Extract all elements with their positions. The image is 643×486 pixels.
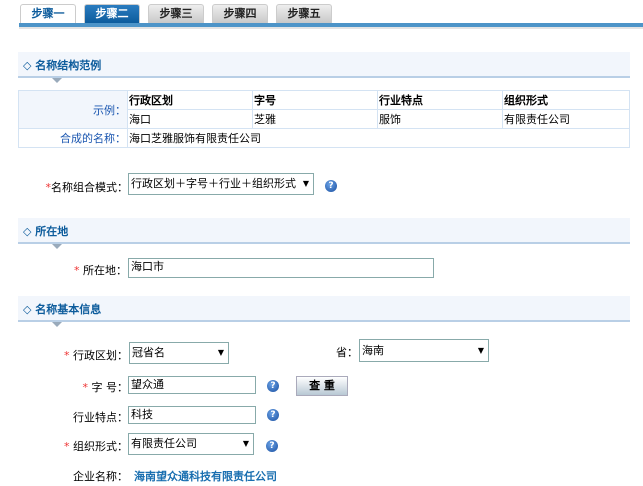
value-cell: 海口 — [127, 109, 253, 129]
example-table: 示例： 行政区划 字号 行业特点 组织形式 海口 芝雅 服饰 有限责任公司 合成的名称… — [18, 90, 630, 148]
mode-label: *名称组合模式： — [45, 181, 129, 194]
tab-step-2[interactable]: 步骤二 — [84, 4, 140, 23]
composed-label: 合成的名称： — [18, 128, 128, 148]
province-select[interactable]: 海南 — [359, 339, 489, 362]
help-icon[interactable]: ? — [267, 380, 279, 392]
company-name-value: 海南望众通科技有限责任公司 — [134, 470, 277, 483]
value-cell: 服饰 — [377, 109, 503, 129]
name-mode-select[interactable]: 行政区划＋字号＋行业＋组织形式 — [128, 173, 314, 195]
org-label: * 组织形式： — [64, 440, 128, 453]
help-icon[interactable]: ? — [267, 409, 279, 421]
section-title: 名称结构范例 — [35, 59, 102, 72]
value-cell: 芝雅 — [252, 109, 378, 129]
company-name-label: 企业名称： — [73, 470, 128, 483]
tab-step-1[interactable]: 步骤一 — [20, 4, 76, 23]
header-cell: 字号 — [252, 90, 378, 110]
section-header-structure: ◇ 名称结构范例 — [18, 52, 630, 83]
header-cell: 组织形式 — [502, 90, 630, 110]
help-icon[interactable]: ? — [266, 440, 278, 452]
diamond-icon: ◇ — [23, 225, 36, 238]
arrow-down-icon — [52, 244, 62, 249]
region-select[interactable]: 冠省名 — [129, 342, 229, 364]
industry-input[interactable]: 科技 — [128, 406, 256, 424]
arrow-down-icon — [52, 322, 62, 327]
check-duplicate-button[interactable]: 查 重 — [296, 376, 348, 396]
org-form-select[interactable]: 有限责任公司 — [128, 433, 254, 455]
arrow-down-icon — [52, 78, 62, 83]
diamond-icon: ◇ — [23, 59, 36, 72]
province-label: 省： — [336, 346, 358, 359]
zihao-label: * 字 号： — [82, 381, 129, 394]
header-cell: 行业特点 — [377, 90, 503, 110]
example-label: 示例： — [18, 90, 128, 129]
section-header-basic-info: ◇ 名称基本信息 — [18, 296, 630, 327]
zihao-input[interactable]: 望众通 — [128, 376, 256, 394]
location-label: * 所在地： — [74, 264, 127, 277]
section-title: 所在地 — [35, 225, 69, 238]
tab-step-5[interactable]: 步骤五 — [276, 4, 332, 23]
value-cell: 有限责任公司 — [502, 109, 630, 129]
composed-value: 海口芝雅服饰有限责任公司 — [127, 128, 630, 148]
location-input[interactable]: 海口市 — [128, 258, 434, 278]
header-cell: 行政区划 — [127, 90, 253, 110]
diamond-icon: ◇ — [23, 303, 36, 316]
section-header-location: ◇ 所在地 — [18, 218, 630, 249]
table-row: 示例： 行政区划 字号 行业特点 组织形式 — [18, 90, 630, 129]
tab-step-4[interactable]: 步骤四 — [212, 4, 268, 23]
help-icon[interactable]: ? — [325, 180, 337, 192]
section-title: 名称基本信息 — [35, 303, 102, 316]
table-row: 合成的名称： 海口芝雅服饰有限责任公司 — [18, 128, 630, 148]
tab-step-3[interactable]: 步骤三 — [148, 4, 204, 23]
industry-label: 行业特点： — [73, 411, 128, 424]
region-label: * 行政区划： — [64, 349, 128, 362]
tab-underline — [19, 23, 643, 29]
